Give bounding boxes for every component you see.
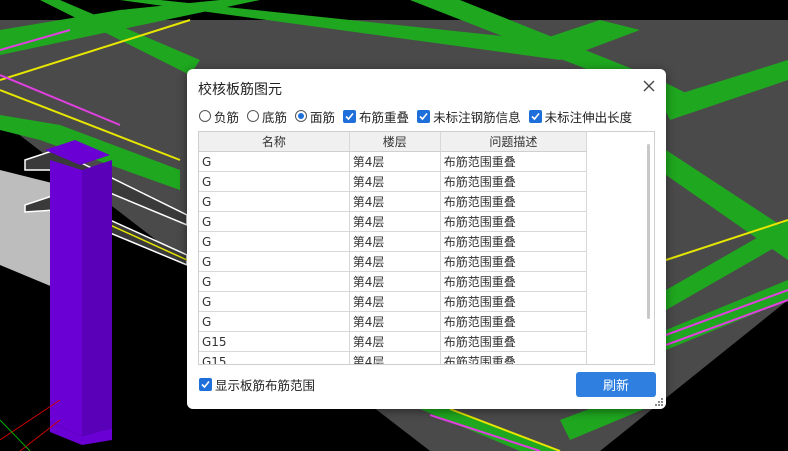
table-row[interactable]: G 第4层 布筋范围重叠 (199, 171, 588, 192)
radio-label: 面筋 (310, 109, 336, 125)
check-slab-rebar-dialog: 校核板筋图元 负筋 底筋 面筋 布筋重叠 未标注钢筋信息 未标注伸出长度 名称 … (187, 69, 666, 409)
cell-name: G (199, 211, 350, 232)
filter-bar: 负筋 底筋 面筋 布筋重叠 未标注钢筋信息 未标注伸出长度 (199, 107, 640, 125)
radio-bottom-rebar[interactable]: 底筋 (247, 107, 287, 126)
checkbox-label: 布筋重叠 (359, 109, 410, 125)
column-header-issue[interactable]: 问题描述 (440, 132, 588, 152)
checkbox-label: 未标注伸出长度 (544, 109, 633, 125)
column-header-name[interactable]: 名称 (199, 132, 350, 152)
checkmark-icon[interactable] (417, 109, 431, 123)
close-icon[interactable] (642, 79, 656, 93)
cell-floor: 第4层 (349, 311, 441, 332)
checkmark-icon[interactable] (199, 378, 212, 391)
cell-floor: 第4层 (349, 151, 441, 172)
radio-label: 底筋 (262, 109, 288, 125)
cell-floor: 第4层 (349, 291, 441, 312)
radio-indicator[interactable] (295, 110, 308, 122)
table-row[interactable]: G 第4层 布筋范围重叠 (199, 211, 588, 232)
table-row[interactable]: G 第4层 布筋范围重叠 (199, 151, 588, 172)
cell-floor: 第4层 (349, 211, 441, 232)
cell-name: G (199, 231, 350, 252)
issues-table-container[interactable]: 名称 楼层 问题描述 G 第4层 布筋范围重叠 G 第4层 布筋范围重叠 G 第4层 布筋范围重… (198, 131, 655, 365)
table-row[interactable]: G15 第4层 布筋范围重叠 (199, 351, 588, 364)
radio-negative-rebar[interactable]: 负筋 (199, 107, 239, 126)
checkbox-rebar-overlap[interactable]: 布筋重叠 (343, 107, 409, 126)
checkmark-icon[interactable] (343, 109, 357, 123)
cell-issue: 布筋范围重叠 (440, 171, 588, 192)
cell-name: G (199, 271, 350, 292)
cell-issue: 布筋范围重叠 (440, 231, 588, 252)
cell-name: G (199, 191, 350, 212)
radio-top-rebar[interactable]: 面筋 (295, 107, 335, 126)
cell-issue: 布筋范围重叠 (440, 191, 588, 212)
cell-name: G15 (199, 351, 350, 364)
checkbox-unlabeled-rebar-info[interactable]: 未标注钢筋信息 (417, 107, 521, 126)
cell-name: G (199, 151, 350, 172)
column-shaft-left (50, 160, 82, 436)
cell-floor: 第4层 (349, 331, 441, 352)
column-shaft-right (82, 160, 112, 436)
cell-floor: 第4层 (349, 351, 441, 364)
table-row[interactable]: G 第4层 布筋范围重叠 (199, 311, 588, 332)
cell-issue: 布筋范围重叠 (440, 311, 588, 332)
table-row[interactable]: G 第4层 布筋范围重叠 (199, 231, 588, 252)
cell-floor: 第4层 (349, 191, 441, 212)
cell-name: G15 (199, 331, 350, 352)
cell-name: G (199, 311, 350, 332)
cell-name: G (199, 251, 350, 272)
radio-label: 负筋 (214, 109, 240, 125)
radio-indicator[interactable] (199, 110, 211, 122)
checkbox-show-range[interactable]: 显示板筋布筋范围 (199, 375, 315, 394)
cell-floor: 第4层 (349, 271, 441, 292)
table-row[interactable]: G 第4层 布筋范围重叠 (199, 251, 588, 272)
cell-issue: 布筋范围重叠 (440, 331, 588, 352)
table-header-row: 名称 楼层 问题描述 (199, 132, 588, 152)
dialog-title: 校核板筋图元 (198, 82, 282, 98)
checkbox-unlabeled-extension-length[interactable]: 未标注伸出长度 (528, 107, 633, 126)
checkmark-icon[interactable] (528, 109, 542, 123)
cell-name: G (199, 291, 350, 312)
column-header-floor[interactable]: 楼层 (349, 132, 441, 152)
cell-issue: 布筋范围重叠 (440, 351, 588, 364)
checkbox-label: 显示板筋布筋范围 (215, 378, 316, 393)
table-row[interactable]: G15 第4层 布筋范围重叠 (199, 331, 588, 352)
cell-name: G (199, 171, 350, 192)
issues-table: 名称 楼层 问题描述 G 第4层 布筋范围重叠 G 第4层 布筋范围重叠 G 第4层 布筋范围重… (199, 132, 588, 364)
radio-indicator[interactable] (247, 110, 260, 122)
cell-floor: 第4层 (349, 251, 441, 272)
vertical-scrollbar[interactable] (647, 144, 650, 319)
cell-issue: 布筋范围重叠 (440, 251, 588, 272)
table-row[interactable]: G 第4层 布筋范围重叠 (199, 271, 588, 292)
cell-issue: 布筋范围重叠 (440, 291, 588, 312)
table-row[interactable]: G 第4层 布筋范围重叠 (199, 191, 588, 212)
checkbox-label: 未标注钢筋信息 (433, 109, 521, 125)
resize-grip-icon[interactable] (655, 398, 664, 407)
cell-issue: 布筋范围重叠 (440, 151, 588, 172)
refresh-button[interactable]: 刷新 (576, 372, 656, 397)
table-row[interactable]: G 第4层 布筋范围重叠 (199, 291, 588, 312)
cell-floor: 第4层 (349, 171, 441, 192)
cell-issue: 布筋范围重叠 (440, 271, 588, 292)
cell-floor: 第4层 (349, 231, 441, 252)
cell-issue: 布筋范围重叠 (440, 211, 588, 232)
